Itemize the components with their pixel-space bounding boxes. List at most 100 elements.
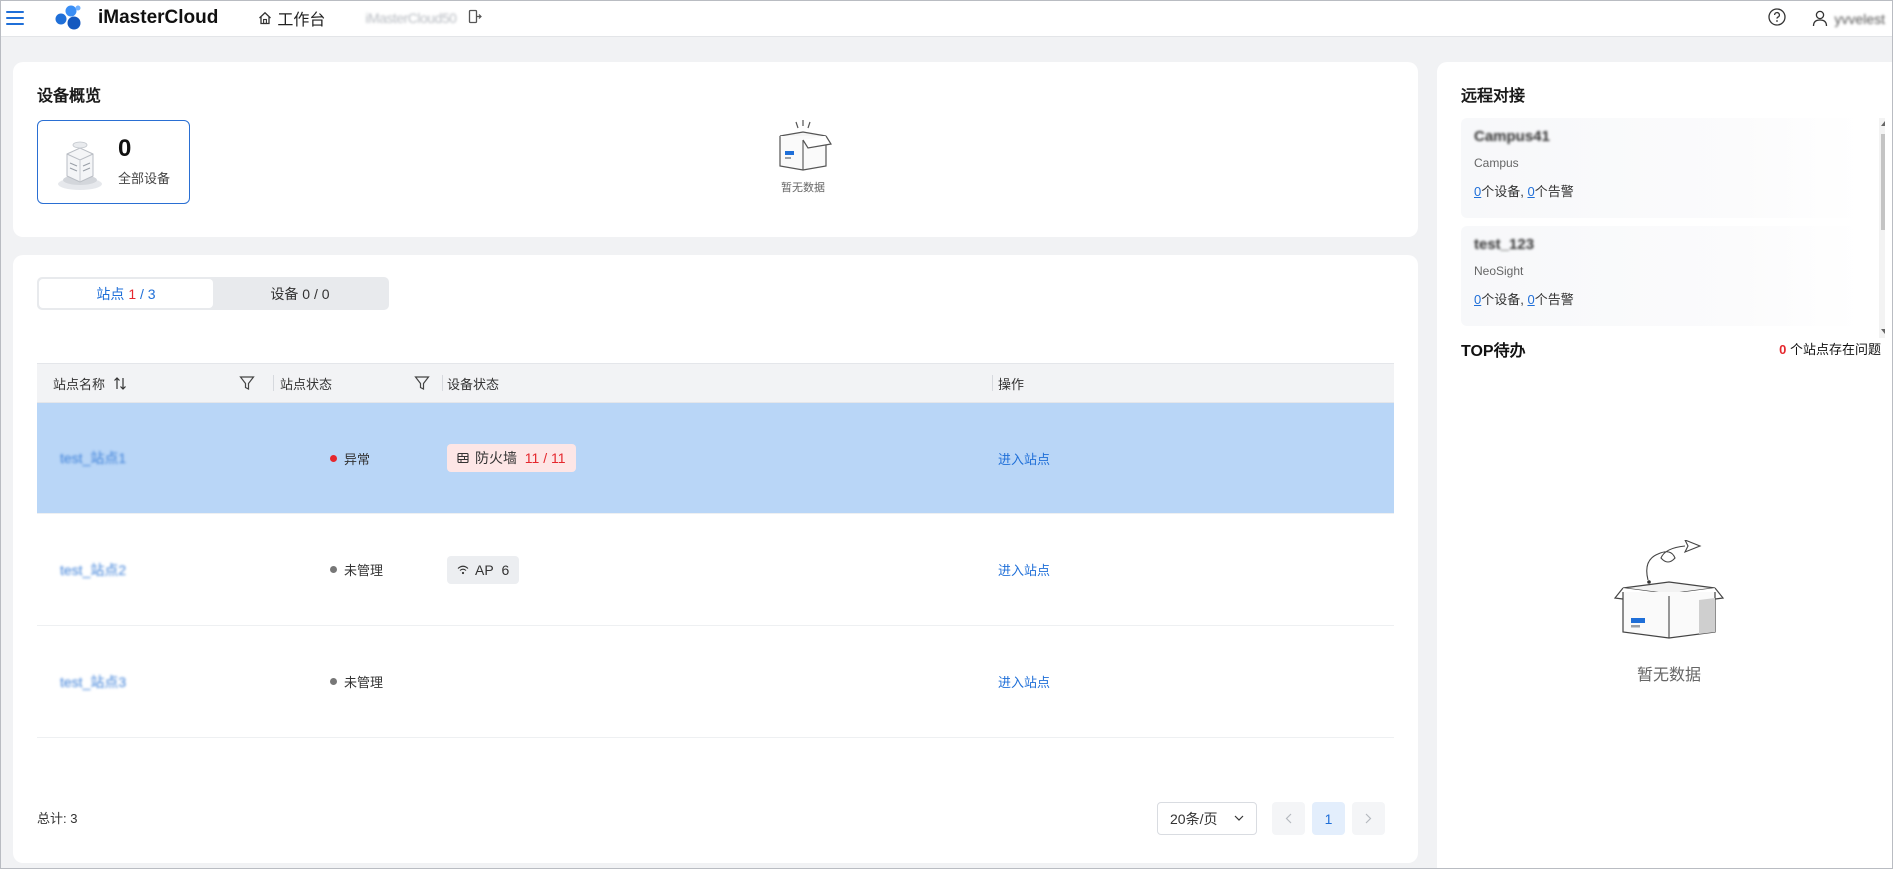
col-action: 操作 xyxy=(998,364,1024,402)
firewall-tag[interactable]: 防火墙 11 / 11 xyxy=(447,444,576,472)
table-header: 站点名称 站点状态 设备状态 操作 xyxy=(37,363,1394,403)
sort-icon[interactable] xyxy=(113,376,127,390)
tab-sites[interactable]: 站点 1 / 3 xyxy=(39,279,213,308)
todo-count: 0 个站点存在问题 xyxy=(1779,339,1881,358)
exit-icon[interactable] xyxy=(468,9,483,27)
all-devices-box[interactable]: 0 全部设备 xyxy=(37,120,190,204)
empty-box-icon xyxy=(779,120,832,171)
user-icon xyxy=(1813,10,1828,27)
page-size-value: 20条/页 xyxy=(1170,810,1218,827)
sites-devices-toggle: 站点 1 / 3 设备 0 / 0 xyxy=(37,277,389,310)
remote-item-type: Campus xyxy=(1474,156,1519,170)
remote-alarm-count[interactable]: 0 xyxy=(1527,292,1534,307)
ap-tag[interactable]: AP 6 xyxy=(447,555,520,584)
remote-scrollbar[interactable] xyxy=(1879,118,1885,338)
tab-sites-label: 站点 xyxy=(96,285,125,302)
remote-alarm-count[interactable]: 0 xyxy=(1527,184,1534,199)
filter-icon[interactable] xyxy=(414,375,430,391)
empty-box-plane-icon xyxy=(1613,538,1725,639)
user-menu[interactable]: yvvelest xyxy=(1812,10,1885,27)
user-name: yvvelest xyxy=(1834,10,1885,27)
col-site-name-label: 站点名称 xyxy=(53,376,106,392)
help-icon[interactable] xyxy=(1768,8,1787,29)
scroll-thumb[interactable] xyxy=(1881,134,1885,230)
site-status: 未管理 xyxy=(330,560,383,579)
app-title: iMasterCloud xyxy=(98,7,219,28)
tag-count: 11 / 11 xyxy=(524,450,566,466)
enter-site-link[interactable]: 进入站点 xyxy=(998,449,1050,468)
remote-title: 远程对接 xyxy=(1461,88,1526,105)
remote-list: Campus41 Campus 0个设备, 0个告警 test_123 NeoS… xyxy=(1461,118,1885,338)
col-site-status: 站点状态 xyxy=(280,364,332,402)
remote-item-stats: 0个设备, 0个告警 xyxy=(1474,181,1574,200)
menu-icon[interactable] xyxy=(6,11,24,25)
all-devices-label: 全部设备 xyxy=(118,171,171,186)
sites-table: 站点名称 站点状态 设备状态 操作 test_站点1 异常 防火墙 11 / 1… xyxy=(37,363,1394,738)
table-row[interactable]: test_站点2 未管理 AP 6 进入站点 xyxy=(37,514,1394,626)
scroll-down-icon[interactable] xyxy=(1881,329,1885,334)
remote-item-type: NeoSight xyxy=(1474,264,1524,278)
device-overview-card: 设备概览 0 全部设备 暂无数据 xyxy=(13,62,1418,237)
tag-label: AP xyxy=(475,561,494,578)
header-separator xyxy=(442,375,443,391)
top-bar: iMasterCloud 工作台 iMasterCloud50 yvvelest xyxy=(0,0,1893,37)
header-separator xyxy=(273,375,274,391)
device-overview-title: 设备概览 xyxy=(37,88,102,105)
page-number-button[interactable]: 1 xyxy=(1312,802,1345,835)
overview-empty-state: 暂无数据 xyxy=(758,118,848,195)
tab-sites-total: 3 xyxy=(147,285,156,302)
page-size-select[interactable]: 20条/页 xyxy=(1157,802,1257,835)
site-name-link[interactable]: test_站点1 xyxy=(60,448,126,468)
col-action-label: 操作 xyxy=(998,376,1025,392)
firewall-icon xyxy=(457,452,469,464)
site-status: 未管理 xyxy=(330,672,383,691)
chevron-right-icon xyxy=(1365,813,1372,824)
table-row[interactable]: test_站点1 异常 防火墙 11 / 11 进入站点 xyxy=(37,403,1394,514)
status-dot xyxy=(330,678,337,685)
site-status-label: 未管理 xyxy=(344,563,384,578)
top-todo-title: TOP待办 xyxy=(1461,343,1526,360)
total-count: 总计: 3 xyxy=(37,811,78,826)
enter-site-link[interactable]: 进入站点 xyxy=(998,672,1050,691)
device-icon xyxy=(54,134,106,190)
logo xyxy=(54,4,84,32)
todo-count-suffix: 个站点存在问题 xyxy=(1786,342,1881,357)
col-device-status-label: 设备状态 xyxy=(447,376,500,392)
todo-empty-text: 暂无数据 xyxy=(1636,667,1701,684)
chevron-down-icon xyxy=(1234,815,1244,821)
remote-item[interactable]: Campus41 Campus 0个设备, 0个告警 xyxy=(1461,118,1861,218)
remote-device-suffix: 个设备, xyxy=(1481,292,1528,307)
wifi-icon xyxy=(457,565,469,574)
next-page-button[interactable] xyxy=(1352,802,1385,835)
enter-site-link[interactable]: 进入站点 xyxy=(998,560,1050,579)
site-name-link[interactable]: test_站点3 xyxy=(60,672,126,692)
status-dot xyxy=(330,454,337,462)
nav-workbench[interactable]: 工作台 xyxy=(258,6,325,30)
prev-page-button[interactable] xyxy=(1272,802,1305,835)
remote-item-name: Campus41 xyxy=(1474,128,1550,145)
site-name-link[interactable]: test_站点2 xyxy=(60,560,126,580)
header-separator xyxy=(992,375,993,391)
remote-item-name: test_123 xyxy=(1474,236,1535,253)
remote-connection-card: 远程对接 Campus41 Campus 0个设备, 0个告警 test_123… xyxy=(1437,62,1893,869)
status-dot xyxy=(330,566,337,573)
site-status-label: 异常 xyxy=(344,451,371,467)
scroll-up-icon[interactable] xyxy=(1881,121,1885,126)
tab-devices[interactable]: 设备 0 / 0 xyxy=(213,279,387,308)
nav-workbench-label: 工作台 xyxy=(277,12,326,29)
sites-card: 站点 1 / 3 设备 0 / 0 站点名称 站点状态 设备状态 操作 test… xyxy=(13,255,1418,863)
tag-label: 防火墙 xyxy=(475,450,517,466)
remote-item-stats: 0个设备, 0个告警 xyxy=(1474,289,1574,308)
remote-item[interactable]: test_123 NeoSight 0个设备, 0个告警 xyxy=(1461,226,1861,326)
table-row[interactable]: test_站点3 未管理 进入站点 xyxy=(37,626,1394,738)
col-site-status-label: 站点状态 xyxy=(280,376,333,392)
site-status-label: 未管理 xyxy=(344,675,384,690)
todo-empty-state: 暂无数据 xyxy=(1613,538,1725,685)
site-status: 异常 xyxy=(330,449,370,468)
tab-sites-sep: / xyxy=(136,285,148,302)
tab-devices-label: 设备 0 / 0 xyxy=(270,285,330,302)
all-devices-count: 0 xyxy=(118,135,132,162)
tag-count: 6 xyxy=(501,561,510,578)
tab-sites-current: 1 xyxy=(128,285,137,302)
filter-icon[interactable] xyxy=(239,375,255,391)
